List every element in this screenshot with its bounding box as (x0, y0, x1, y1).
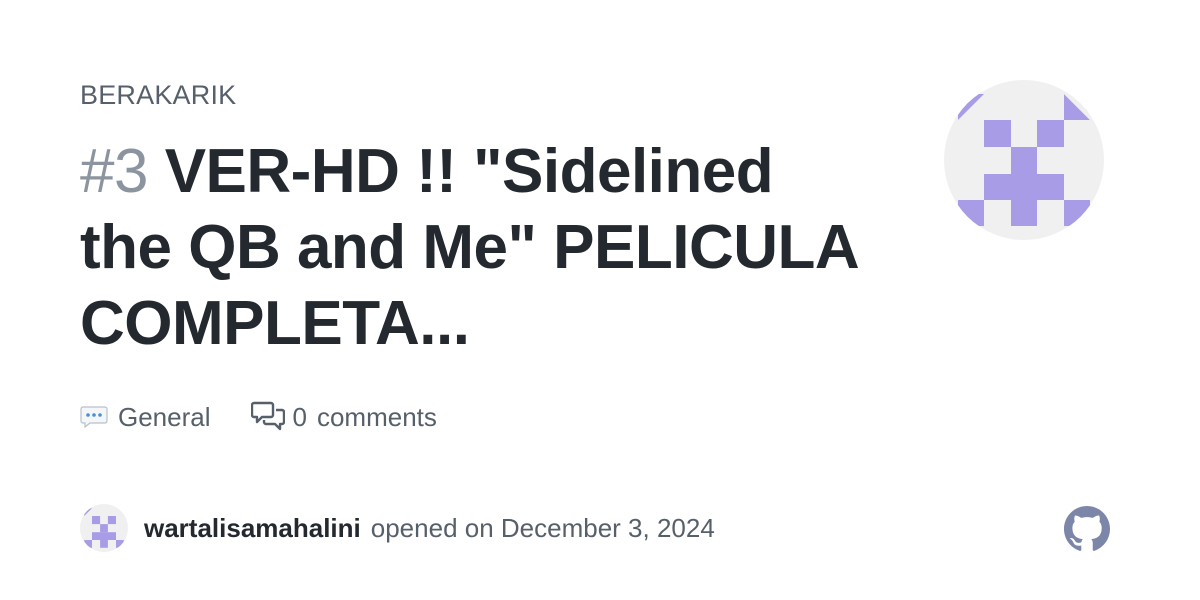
issue-title-text: VER-HD !! "Sidelined the QB and Me" PELI… (80, 137, 857, 358)
comments-link[interactable]: 0 comments (250, 401, 437, 433)
category-label[interactable]: General (80, 402, 211, 433)
identicon-large (958, 94, 1090, 226)
speech-bubble-emoji-icon (80, 406, 108, 428)
issue-social-card: BERAKARIK #3 VER-HD !! "Sidelined the QB… (0, 0, 1200, 600)
comment-count: 0 (292, 401, 307, 432)
comment-discussion-icon (250, 401, 285, 431)
author-username[interactable]: wartalisamahalini (144, 513, 361, 544)
issue-meta: General 0 comments (80, 396, 437, 438)
github-logo-icon[interactable] (1064, 506, 1110, 552)
opened-date-text: opened on December 3, 2024 (370, 512, 715, 543)
issue-author-row: wartalisamahalini opened on December 3, … (80, 504, 715, 552)
repo-owner-avatar[interactable] (944, 80, 1104, 240)
category-name: General (118, 401, 211, 432)
issue-number: #3 (80, 137, 148, 206)
identicon-small (84, 508, 124, 548)
comments-label: comments (316, 401, 437, 432)
issue-title[interactable]: #3 VER-HD !! "Sidelined the QB and Me" P… (80, 134, 870, 362)
repo-name[interactable]: BERAKARIK (80, 80, 236, 111)
author-avatar[interactable] (80, 504, 128, 552)
